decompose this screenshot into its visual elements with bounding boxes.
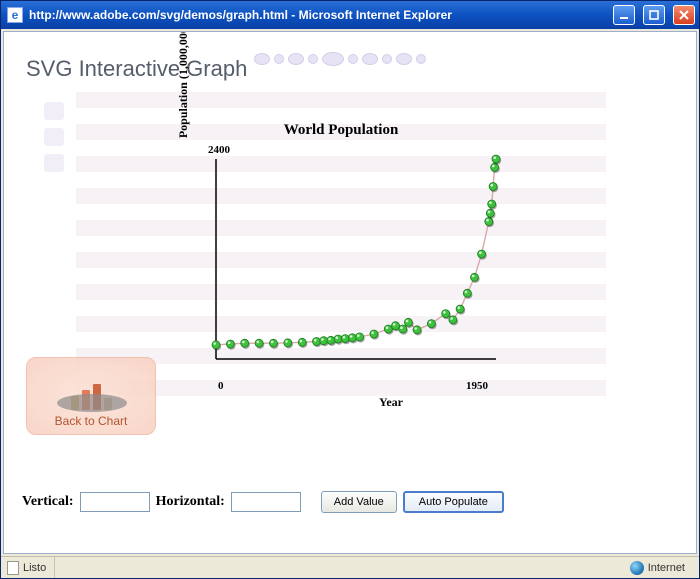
- add-value-button[interactable]: Add Value: [321, 491, 397, 513]
- data-point[interactable]: [327, 336, 335, 344]
- back-to-chart-label: Back to Chart: [55, 414, 128, 428]
- minimize-button[interactable]: [613, 5, 635, 25]
- window-title: http://www.adobe.com/svg/demos/graph.htm…: [29, 8, 605, 22]
- status-left: Listo: [7, 557, 55, 578]
- chart-area: World Population Population (1,000,000's…: [76, 92, 606, 402]
- auto-populate-button[interactable]: Auto Populate: [403, 491, 504, 513]
- data-point[interactable]: [341, 335, 349, 343]
- close-icon: [678, 9, 690, 21]
- data-point[interactable]: [404, 318, 412, 326]
- data-point[interactable]: [413, 326, 421, 334]
- y-axis-label: Population (1,000,000's of people): [176, 31, 191, 152]
- status-zone: Internet: [630, 557, 693, 578]
- data-point[interactable]: [492, 155, 500, 163]
- status-bar: Listo Internet: [1, 556, 699, 578]
- chart-series: [212, 155, 501, 351]
- internet-zone-icon: [630, 561, 644, 575]
- titlebar[interactable]: http://www.adobe.com/svg/demos/graph.htm…: [1, 1, 699, 29]
- chart-svg[interactable]: [206, 154, 506, 379]
- vertical-input[interactable]: [80, 492, 150, 512]
- back-to-chart-button[interactable]: Back to Chart: [26, 357, 156, 435]
- data-point[interactable]: [226, 340, 234, 348]
- data-point[interactable]: [255, 339, 263, 347]
- data-point[interactable]: [356, 333, 364, 341]
- data-point[interactable]: [298, 338, 306, 346]
- horizontal-label: Horizontal:: [156, 494, 225, 510]
- browser-window: http://www.adobe.com/svg/demos/graph.htm…: [0, 0, 700, 579]
- data-point[interactable]: [486, 209, 494, 217]
- maximize-icon: [648, 9, 660, 21]
- data-point[interactable]: [313, 338, 321, 346]
- decorative-dots: [254, 52, 426, 66]
- data-point[interactable]: [370, 330, 378, 338]
- data-point[interactable]: [427, 320, 435, 328]
- data-point[interactable]: [384, 325, 392, 333]
- maximize-button[interactable]: [643, 5, 665, 25]
- data-point[interactable]: [241, 339, 249, 347]
- x-tick-min: 0: [218, 380, 224, 392]
- horizontal-input[interactable]: [231, 492, 301, 512]
- data-point[interactable]: [320, 337, 328, 345]
- x-tick-max: 1950: [466, 380, 488, 392]
- page-title: SVG Interactive Graph: [26, 56, 247, 82]
- data-point[interactable]: [212, 341, 220, 349]
- data-point[interactable]: [489, 183, 497, 191]
- chart-title: World Population: [76, 122, 606, 139]
- value-entry-form: Vertical: Horizontal: Add Value Auto Pop…: [22, 491, 504, 513]
- data-point[interactable]: [478, 250, 486, 258]
- data-point[interactable]: [449, 316, 457, 324]
- data-point[interactable]: [284, 339, 292, 347]
- data-point[interactable]: [348, 334, 356, 342]
- data-point[interactable]: [269, 339, 277, 347]
- decorative-swatches: [44, 102, 64, 172]
- data-point[interactable]: [488, 200, 496, 208]
- data-point[interactable]: [442, 310, 450, 318]
- page-content: SVG Interactive Graph World Population P…: [3, 31, 697, 554]
- data-point[interactable]: [471, 273, 479, 281]
- document-icon: [7, 561, 19, 575]
- status-text: Listo: [23, 562, 46, 574]
- close-button[interactable]: [673, 5, 695, 25]
- ie-favicon: [7, 7, 23, 23]
- data-point[interactable]: [392, 322, 400, 330]
- vertical-label: Vertical:: [22, 494, 74, 510]
- data-point[interactable]: [399, 325, 407, 333]
- x-axis-label: Year: [226, 395, 556, 410]
- data-point[interactable]: [463, 289, 471, 297]
- zone-text: Internet: [648, 562, 685, 574]
- minimize-icon: [618, 9, 630, 21]
- data-point[interactable]: [456, 305, 464, 313]
- chart-plate-icon: [57, 394, 127, 412]
